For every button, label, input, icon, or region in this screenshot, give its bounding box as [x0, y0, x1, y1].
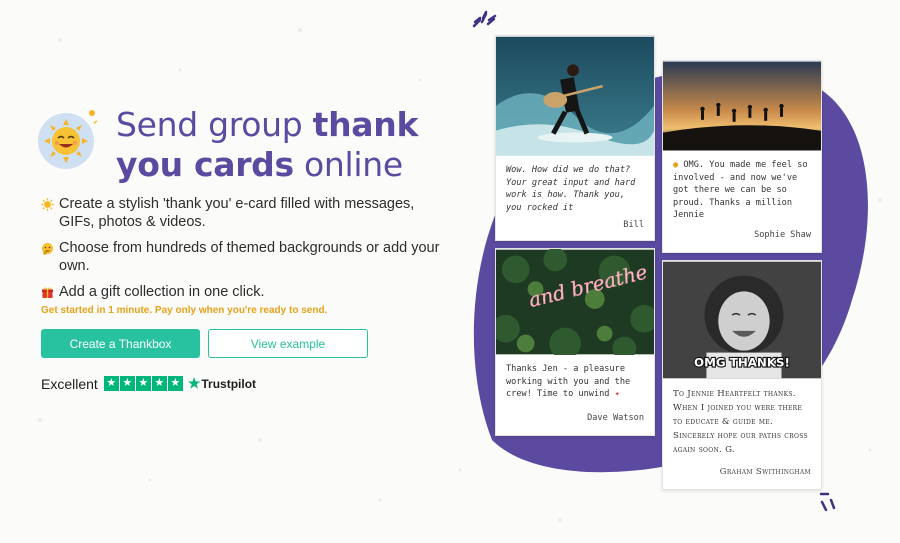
star-icon: ★ — [119, 376, 135, 391]
card-message: Wow. How did we do that? Your great inpu… — [506, 165, 636, 213]
feature-item: Choose from hundreds of themed backgroun… — [41, 239, 451, 275]
laughing-child-bw-photo: OMG THANKS! — [663, 261, 821, 379]
feature-list: Create a stylish 'thank you' e-card fill… — [41, 195, 451, 313]
star-icon: ★ — [103, 376, 119, 391]
people-jumping-sunset-photo — [663, 61, 821, 151]
party-emoji-icon: ✦ — [614, 389, 620, 399]
trustpilot-rating[interactable]: Excellent ★ ★ ★ ★ ★ ★ Trustpilot — [41, 375, 256, 392]
create-thankbox-button[interactable]: Create a Thankbox — [41, 329, 200, 358]
card-signature: Graham Swithingham — [719, 467, 811, 477]
meme-caption-text: OMG THANKS! — [694, 355, 790, 369]
decor-dashes-icon — [473, 10, 497, 24]
decor-dashes-icon — [819, 492, 836, 512]
message-card[interactable]: and breathe Thanks Jen - a pleasure work… — [495, 248, 655, 436]
smiling-sun-icon — [36, 105, 102, 171]
card-message: To Jennie Heartfelt thanks. When I joine… — [673, 389, 808, 455]
message-card[interactable]: OMG THANKS! To Jennie Heartfelt thanks. … — [662, 260, 822, 490]
page-title: Send group thank you cards online — [116, 105, 419, 184]
star-icon: ★ — [167, 376, 183, 391]
guitarist-surfing-wave-photo — [496, 36, 654, 156]
neon-and-breathe-sign-photo: and breathe — [496, 249, 654, 355]
tagline: Get started in 1 minute. Pay only when y… — [41, 305, 328, 316]
card-signature: Dave Watson — [587, 413, 644, 423]
feature-item: Create a stylish 'thank you' e-card fill… — [41, 195, 451, 231]
view-example-button[interactable]: View example — [208, 329, 368, 358]
message-card[interactable]: ● OMG. You made me feel so involved - an… — [662, 60, 822, 253]
gift-emoji-icon — [41, 283, 59, 305]
feature-item: Add a gift collection in one click. — [41, 283, 451, 305]
card-message: Thanks Jen - a pleasure working with you… — [506, 364, 631, 399]
rating-label: Excellent — [41, 375, 98, 392]
card-signature: Bill — [623, 220, 644, 230]
card-message: ● OMG. You made me feel so involved - an… — [673, 160, 808, 220]
sun-emoji-icon — [41, 195, 59, 217]
card-signature: Sophie Shaw — [754, 230, 811, 240]
message-card[interactable]: Wow. How did we do that? Your great inpu… — [495, 35, 655, 241]
rating-stars: ★ ★ ★ ★ ★ — [103, 376, 183, 391]
trustpilot-logo: ★ Trustpilot — [187, 375, 257, 391]
star-icon: ★ — [135, 376, 151, 391]
hand-wave-emoji-icon: ● — [673, 160, 679, 170]
thinking-face-emoji-icon — [41, 239, 59, 261]
star-icon: ★ — [151, 376, 167, 391]
trustpilot-star-icon: ★ — [187, 375, 201, 391]
